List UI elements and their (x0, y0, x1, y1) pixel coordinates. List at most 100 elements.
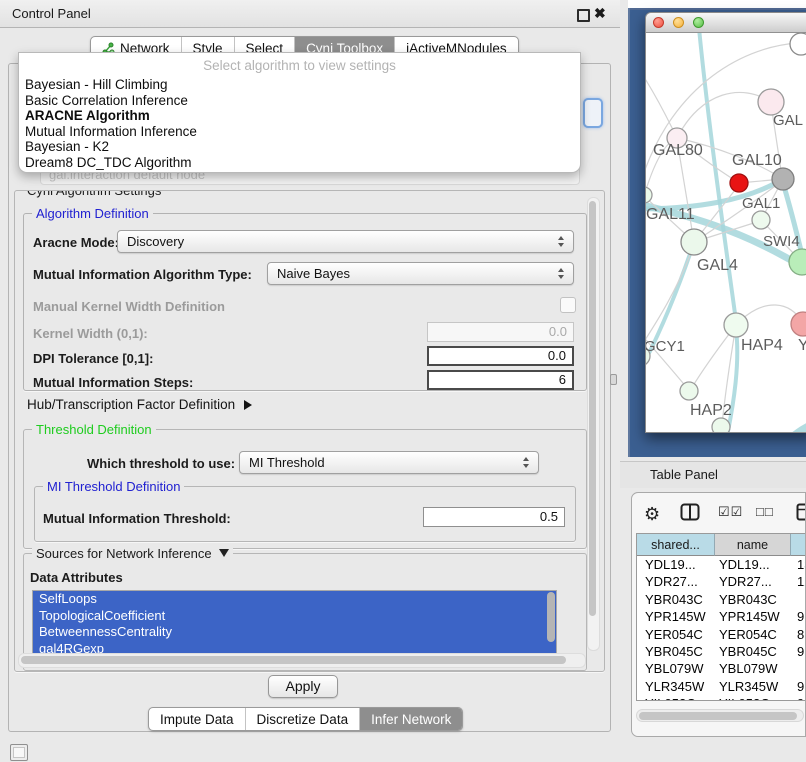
table-cell[interactable]: YER054C (637, 626, 715, 643)
deselect-boxes-icon[interactable]: □□ (756, 504, 774, 519)
network-node-gal1[interactable] (752, 211, 770, 229)
network-node-bottom-node[interactable] (712, 418, 730, 433)
table-cell[interactable]: 9 (791, 695, 806, 700)
manual-kernel-width-checkbox[interactable] (560, 297, 576, 313)
table-row[interactable]: YPR145WYPR145W9. (637, 608, 806, 625)
data-attribute-item[interactable]: TopologicalCoefficient (33, 608, 556, 625)
kernel-width-field[interactable]: 0.0 (427, 322, 574, 342)
column-header-name[interactable]: name (715, 534, 791, 556)
algorithm-option[interactable]: Bayesian - Hill Climbing (19, 77, 580, 93)
table-cell[interactable] (791, 591, 806, 608)
table-partial-icon[interactable] (796, 503, 806, 521)
network-edge[interactable] (646, 77, 676, 136)
algorithm-option[interactable]: Mutual Information Inference (19, 124, 580, 140)
table-row[interactable]: YBL079WYBL079W (637, 660, 806, 677)
close-traffic-light[interactable] (653, 17, 664, 28)
sources-title[interactable]: Sources for Network Inference (32, 546, 233, 561)
aracne-mode-combo[interactable]: Discovery (117, 230, 574, 253)
table-cell[interactable]: YDL19... (715, 556, 791, 573)
network-node-gal10-gray[interactable] (772, 168, 794, 190)
network-edge[interactable] (677, 92, 771, 138)
close-icon[interactable]: ✖ (594, 5, 606, 22)
table-row[interactable]: YDL19...YDL19...13 (637, 556, 806, 573)
network-node-gal4[interactable] (681, 229, 707, 255)
network-node-gal10-red[interactable] (730, 174, 748, 192)
tab-infer-network[interactable]: Infer Network (360, 708, 462, 730)
table-row[interactable]: YLR345WYLR345W9. (637, 678, 806, 695)
table-cell[interactable]: 8. (791, 626, 806, 643)
settings-hscroll-thumb[interactable] (21, 656, 566, 664)
table-cell[interactable]: 9. (791, 608, 806, 625)
tab-impute-data[interactable]: Impute Data (149, 708, 246, 730)
table-cell[interactable]: YDR27... (715, 573, 791, 590)
minimize-traffic-light[interactable] (673, 17, 684, 28)
table-hscroll-thumb[interactable] (639, 712, 797, 720)
panel-splitter-handle[interactable] (610, 374, 617, 385)
hub-transcription-factor-toggle[interactable]: Hub/Transcription Factor Definition (27, 397, 252, 412)
table-cell[interactable]: YPR145W (637, 608, 715, 625)
table-cell[interactable]: YDR27... (637, 573, 715, 590)
minimized-panel-icon[interactable] (10, 744, 28, 761)
table-cell[interactable]: YBR045C (715, 643, 791, 660)
table-row[interactable]: YER054CYER054C8. (637, 626, 806, 643)
settings-horizontal-scrollbar[interactable] (18, 653, 586, 668)
table-cell[interactable]: 9. (791, 678, 806, 695)
table-cell[interactable]: YPR145W (715, 608, 791, 625)
settings-vertical-scrollbar[interactable] (587, 197, 600, 651)
which-threshold-combo[interactable]: MI Threshold (239, 451, 539, 474)
table-cell[interactable]: YBR043C (637, 591, 715, 608)
network-node-hap2[interactable] (680, 382, 698, 400)
algorithm-option[interactable]: Basic Correlation Inference (19, 93, 580, 109)
settings-vscroll-thumb[interactable] (589, 201, 596, 616)
dpi-tolerance-field[interactable]: 0.0 (427, 346, 574, 366)
algorithm-option[interactable]: Bayesian - K2 (19, 139, 580, 155)
network-view-window[interactable]: GALGAL80GAL10GAL1GAL11GAL4SWI4GCY1HAP4YH… (645, 12, 806, 433)
table-cell[interactable]: YBR043C (715, 591, 791, 608)
algorithm-option[interactable]: Dream8 DC_TDC Algorithm (19, 155, 580, 171)
network-node-swi4[interactable] (789, 249, 806, 275)
zoom-traffic-light[interactable] (693, 17, 704, 28)
apply-button[interactable]: Apply (268, 675, 338, 698)
mi-steps-field[interactable]: 6 (427, 370, 574, 390)
split-columns-icon[interactable] (680, 503, 700, 521)
table-row[interactable]: YDR27...YDR27...12 (637, 573, 806, 590)
column-header-partial[interactable] (791, 534, 806, 556)
table-row[interactable]: YIL052CYIL052C9 (637, 695, 806, 700)
table-cell[interactable]: YIL052C (715, 695, 791, 700)
table-cell[interactable]: YIL052C (637, 695, 715, 700)
table-cell[interactable]: 9. (791, 643, 806, 660)
network-node-hap4[interactable] (724, 313, 748, 337)
network-node-gal11[interactable] (646, 187, 652, 203)
table-cell[interactable] (791, 660, 806, 677)
table-cell[interactable]: YBL079W (637, 660, 715, 677)
column-header-shared-name[interactable]: shared... (637, 534, 715, 556)
float-window-icon[interactable] (577, 9, 590, 22)
table-row[interactable]: YBR043CYBR043C (637, 591, 806, 608)
algorithm-option[interactable]: ARACNE Algorithm (19, 108, 580, 124)
network-node-top-outline[interactable] (790, 33, 806, 55)
network-node-y-pink[interactable] (791, 312, 806, 336)
gear-icon[interactable]: ⚙ (644, 501, 660, 527)
network-edge[interactable] (778, 419, 806, 433)
network-window-titlebar[interactable] (646, 13, 806, 33)
data-attribute-item[interactable]: BetweennessCentrality (33, 624, 556, 641)
table-cell[interactable]: YBR045C (637, 643, 715, 660)
data-attributes-list[interactable]: SelfLoopsTopologicalCoefficientBetweenne… (32, 590, 557, 658)
table-cell[interactable]: YDL19... (637, 556, 715, 573)
table-cell[interactable]: 13 (791, 556, 806, 573)
table-cell[interactable]: 12 (791, 573, 806, 590)
table-cell[interactable]: YER054C (715, 626, 791, 643)
tab-discretize-data[interactable]: Discretize Data (246, 708, 361, 730)
table-row[interactable]: YBR045CYBR045C9. (637, 643, 806, 660)
table-cell[interactable]: YBL079W (715, 660, 791, 677)
data-attribute-item[interactable]: SelfLoops (33, 591, 556, 608)
select-checks-icon[interactable]: ☑☑ (718, 504, 743, 520)
list-vscroll-thumb[interactable] (547, 592, 555, 642)
table-horizontal-scrollbar[interactable] (636, 709, 804, 722)
mi-algorithm-type-combo[interactable]: Naive Bayes (267, 262, 574, 285)
table-cell[interactable]: YLR345W (637, 678, 715, 695)
network-canvas[interactable]: GALGAL80GAL10GAL1GAL11GAL4SWI4GCY1HAP4YH… (646, 33, 806, 433)
table-cell[interactable]: YLR345W (715, 678, 791, 695)
algorithm-combobox-fragment[interactable] (583, 98, 603, 128)
mi-threshold-field[interactable]: 0.5 (423, 507, 565, 527)
